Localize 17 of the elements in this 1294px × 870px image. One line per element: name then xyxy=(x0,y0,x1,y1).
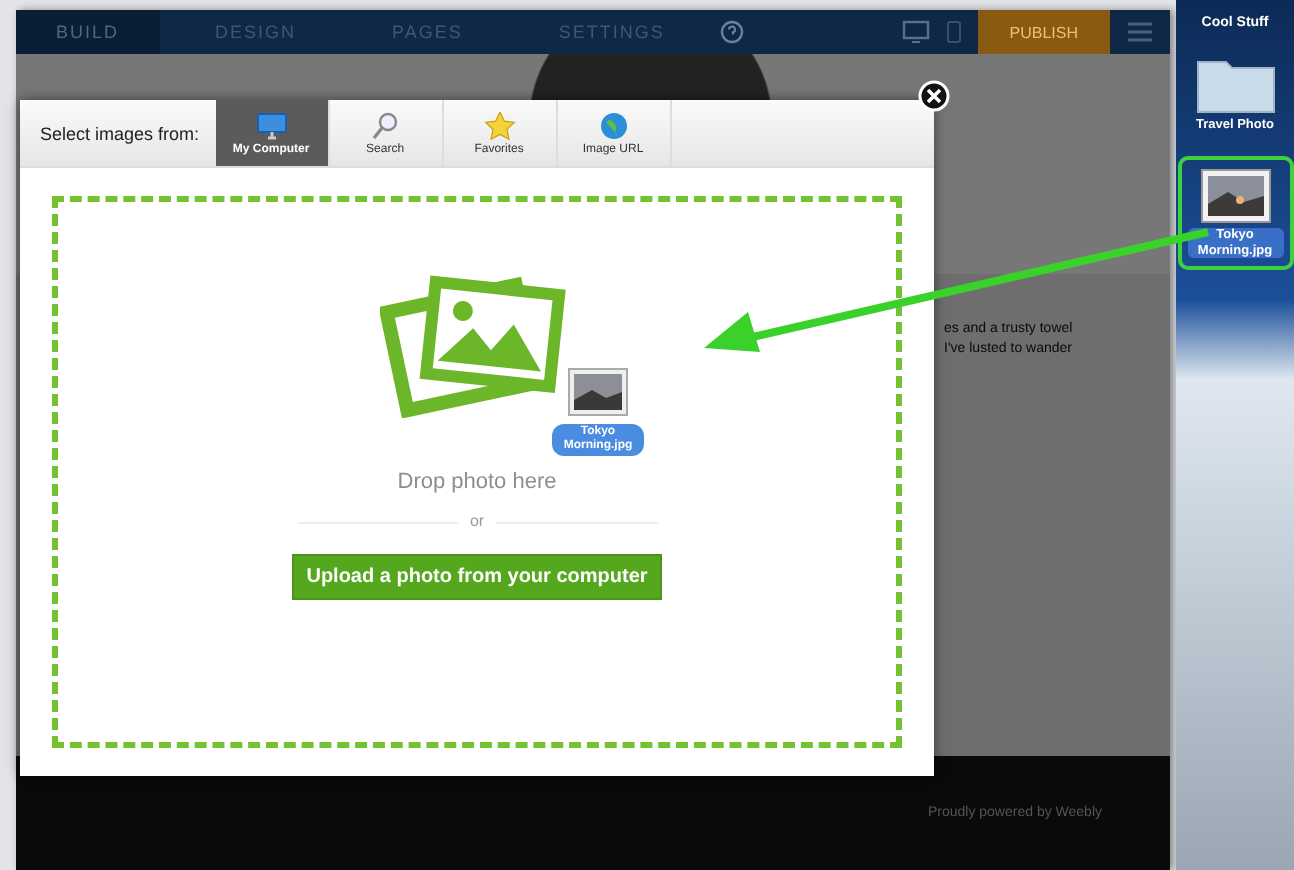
close-icon[interactable] xyxy=(918,80,950,112)
image-file-icon xyxy=(1199,168,1271,225)
upload-button[interactable]: Upload a photo from your computer xyxy=(292,554,662,600)
source-label: Select images from: xyxy=(40,123,200,143)
nav-tab[interactable]: BUILD xyxy=(16,10,160,54)
publish-button[interactable]: PUBLISH xyxy=(977,10,1110,54)
menu-icon[interactable] xyxy=(1126,20,1154,44)
drop-hint: Drop photo here xyxy=(397,470,557,494)
desktop-icon[interactable] xyxy=(901,20,930,44)
globe-icon xyxy=(597,111,630,139)
separator-text: or xyxy=(457,512,497,530)
star-icon xyxy=(483,111,516,139)
help-icon[interactable] xyxy=(720,20,745,44)
phone-icon[interactable] xyxy=(945,20,962,44)
search-icon xyxy=(369,111,402,139)
monitor-icon xyxy=(255,111,288,139)
image-thumbnail-icon xyxy=(568,368,628,416)
